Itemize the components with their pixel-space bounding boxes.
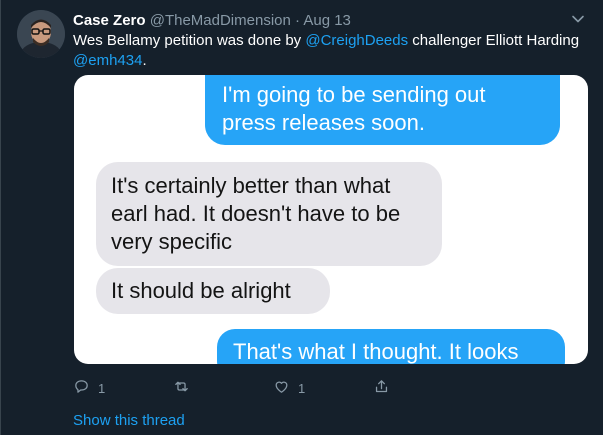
tweet-text-part: challenger Elliott Harding: [408, 32, 580, 49]
author-name[interactable]: Case Zero: [73, 12, 146, 29]
tweet-date[interactable]: Aug 13: [303, 12, 351, 29]
author-handle[interactable]: @TheMadDimension: [150, 12, 291, 29]
share-icon: [373, 378, 390, 398]
mention-link[interactable]: @emh434: [73, 52, 142, 69]
like-count: 1: [298, 380, 306, 396]
header-separator: ·: [295, 12, 301, 29]
retweet-button[interactable]: [173, 378, 198, 398]
tweet-image[interactable]: I'm going to be sending out press releas…: [74, 75, 588, 364]
retweet-icon: [173, 378, 190, 398]
tweet-actions: 1 1: [73, 378, 453, 398]
tweet-header: Case Zero @TheMadDimension · Aug 13: [73, 11, 351, 31]
heart-icon: [273, 378, 290, 398]
like-button[interactable]: 1: [273, 378, 305, 398]
reply-icon: [73, 378, 90, 398]
avatar[interactable]: [17, 10, 65, 58]
tweet-card[interactable]: Case Zero @TheMadDimension · Aug 13 Wes …: [0, 0, 603, 435]
reply-button[interactable]: 1: [73, 378, 105, 398]
tweet-text: Wes Bellamy petition was done by @Creigh…: [73, 31, 588, 71]
message-bubble-sent: That's what I thought. It looks: [217, 329, 565, 364]
mention-link[interactable]: @CreighDeeds: [305, 32, 408, 49]
reply-count: 1: [98, 380, 106, 396]
message-bubble-received: It's certainly better than what earl had…: [96, 162, 442, 266]
chevron-down-icon[interactable]: [571, 12, 585, 26]
show-thread-link[interactable]: Show this thread: [73, 411, 185, 431]
tweet-text-part: Wes Bellamy petition was done by: [73, 32, 306, 49]
tweet-text-part: .: [142, 52, 147, 69]
message-bubble-received: It should be alright: [96, 268, 330, 314]
message-bubble-sent: I'm going to be sending out press releas…: [205, 75, 560, 145]
share-button[interactable]: [373, 378, 390, 398]
